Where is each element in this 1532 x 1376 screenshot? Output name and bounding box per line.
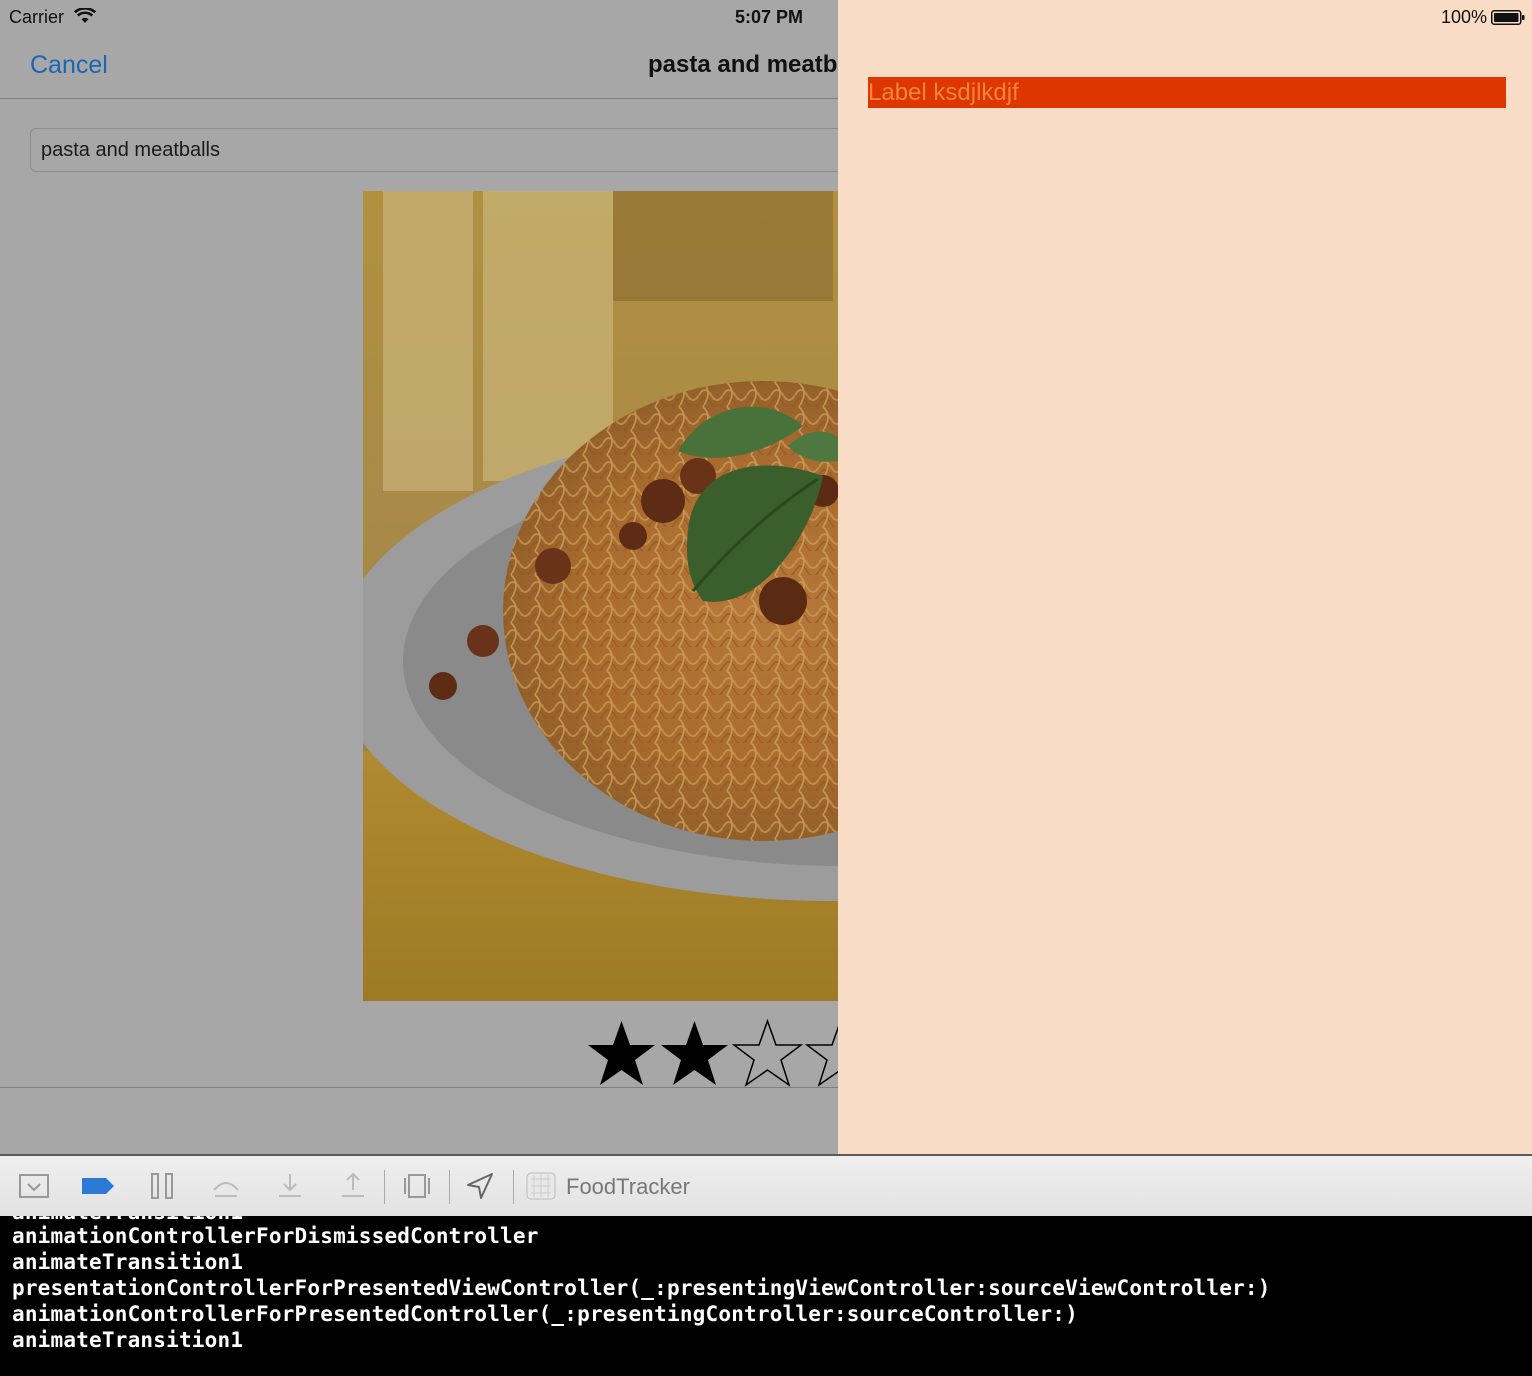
toolbar-divider [513, 1170, 514, 1204]
target-app-name: FoodTracker [566, 1174, 690, 1199]
presented-view: 100% Label ksdjlkdjf [838, 0, 1532, 1154]
battery-icon [1491, 10, 1525, 25]
presented-label: Label ksdjlkdjf [868, 77, 1506, 108]
debug-console[interactable]: animateTransition1 animationControllerFo… [0, 1216, 1532, 1376]
console-line: animateTransition1 [12, 1216, 243, 1224]
toolbar-divider [449, 1170, 450, 1204]
step-out-icon[interactable] [338, 1172, 368, 1200]
star-filled-icon[interactable] [658, 1018, 731, 1088]
carrier-label: Carrier [9, 7, 65, 27]
battery-percent: 100% [1441, 7, 1488, 27]
view-hierarchy-icon[interactable] [402, 1172, 432, 1200]
step-over-icon[interactable] [211, 1172, 241, 1200]
meal-name-field[interactable] [30, 128, 930, 172]
cancel-button[interactable]: Cancel [30, 51, 108, 80]
simulator-screen: Carrier 5:07 PM Cancel pasta and meatbal… [0, 0, 1532, 1154]
location-arrow-icon[interactable] [465, 1172, 495, 1200]
toolbar-divider [384, 1170, 385, 1204]
wifi-icon [74, 8, 96, 23]
console-line: animateTransition1 [12, 1328, 244, 1352]
breakpoints-icon[interactable] [81, 1172, 115, 1200]
star-empty-icon[interactable] [731, 1018, 804, 1088]
console-line: animateTransition1 [12, 1250, 244, 1274]
star-filled-icon[interactable] [585, 1018, 658, 1088]
pause-icon[interactable] [148, 1172, 178, 1200]
app-target-icon[interactable] [526, 1172, 556, 1200]
step-into-icon[interactable] [275, 1172, 305, 1200]
console-line: presentationControllerForPresentedViewCo… [12, 1276, 1271, 1300]
console-line: animationControllerForDismissedControlle… [12, 1224, 539, 1248]
debug-toolbar: FoodTracker [0, 1154, 1532, 1216]
clock: 5:07 PM [735, 7, 804, 27]
hide-debug-area-icon[interactable] [19, 1172, 49, 1200]
console-line: animationControllerForPresentedControlle… [12, 1302, 1078, 1326]
